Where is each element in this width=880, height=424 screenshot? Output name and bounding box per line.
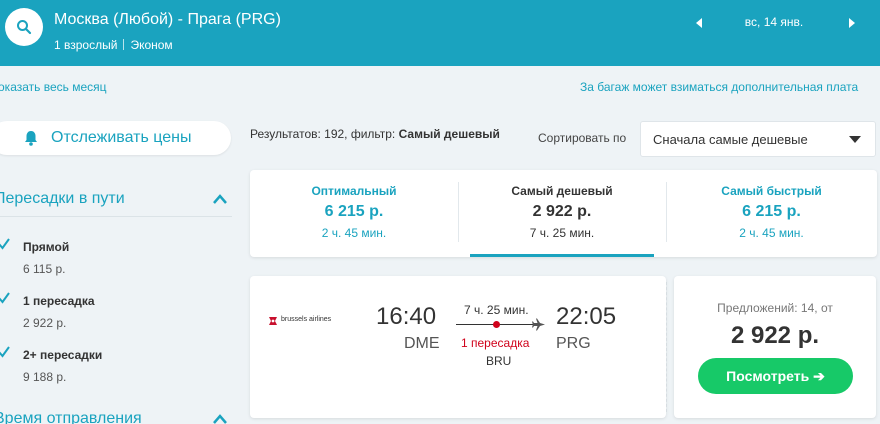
- next-date-arrow-icon[interactable]: [845, 16, 857, 30]
- ticket-divider: [666, 282, 667, 412]
- airline-name: brussels airlines: [281, 316, 332, 323]
- ticket-card[interactable]: brussels airlines 16:40 DME 7 ч. 25 мин.…: [250, 276, 666, 418]
- transfer-airport: BRU: [486, 354, 512, 368]
- departure-time: 16:40: [376, 303, 437, 330]
- flight-duration: 7 ч. 25 мин.: [464, 303, 529, 317]
- search-button[interactable]: [5, 8, 43, 46]
- checkmark-icon[interactable]: [0, 292, 10, 304]
- tab-duration: 2 ч. 45 мин.: [321, 226, 387, 240]
- route-title[interactable]: Москва (Любой) - Прага (PRG): [54, 11, 281, 29]
- sort-dropdown[interactable]: Сначала самые дешевые: [640, 121, 876, 157]
- checkmark-icon[interactable]: [0, 346, 10, 358]
- sort-tabs: Оптимальный 6 215 р. 2 ч. 45 мин. Самый …: [250, 170, 877, 257]
- tab-optimal[interactable]: Оптимальный 6 215 р. 2 ч. 45 мин.: [250, 170, 458, 257]
- tab-name: Самый дешевый: [511, 184, 613, 198]
- sort-label: Сортировать по: [538, 131, 627, 145]
- departure-airport-code: DME: [404, 335, 440, 352]
- tab-cheapest[interactable]: Самый дешевый 2 922 р. 7 ч. 25 мин.: [458, 170, 666, 257]
- airline-logo: brussels airlines: [267, 315, 331, 327]
- results-summary: Результатов: 192, фильтр: Самый дешевый: [250, 127, 500, 141]
- sort-value: Сначала самые дешевые: [653, 132, 808, 147]
- active-tab-indicator: [470, 254, 654, 257]
- header-bar: Москва (Любой) - Прага (PRG) 1 взрослый Э…: [0, 0, 880, 66]
- date-label[interactable]: вс, 14 янв.: [724, 15, 824, 29]
- view-offer-button[interactable]: Посмотреть ➔: [698, 358, 853, 394]
- ticket-price: 2 922 р.: [730, 322, 820, 349]
- filter-one-stop-label[interactable]: 1 пересадка: [23, 294, 95, 308]
- stops-count: 1 пересадка: [461, 336, 530, 350]
- tab-price: 2 922 р.: [532, 203, 592, 220]
- tab-fastest[interactable]: Самый быстрый 6 215 р. 2 ч. 45 мин.: [666, 170, 877, 257]
- stops-filter-title[interactable]: Пересадки в пути: [0, 190, 125, 208]
- tab-name: Оптимальный: [311, 184, 397, 198]
- departure-time-filter-title[interactable]: Время отправления: [0, 410, 142, 424]
- filter-two-plus-stops-price: 9 188 р.: [23, 370, 67, 384]
- show-month-link[interactable]: оказать весь месяц: [0, 80, 107, 94]
- passengers-label: 1 взрослый: [54, 38, 118, 52]
- search-icon: [17, 20, 32, 35]
- results-count: Результатов: 192, фильтр:: [250, 127, 399, 141]
- baggage-fee-link[interactable]: За багаж может взиматься дополнительная …: [580, 80, 858, 94]
- chevron-up-icon[interactable]: [212, 193, 228, 205]
- arrival-airport-code: PRG: [556, 335, 591, 352]
- tab-duration: 2 ч. 45 мин.: [739, 226, 804, 240]
- tab-price: 6 215 р.: [324, 203, 384, 220]
- tab-name: Самый быстрый: [721, 184, 822, 198]
- arrival-time: 22:05: [556, 303, 617, 330]
- bell-icon: [25, 131, 37, 146]
- cabin-label: Эконом: [130, 38, 173, 52]
- chevron-up-icon[interactable]: [212, 413, 228, 424]
- price-panel: Предложений: 14, от 2 922 р. Посмотреть …: [674, 276, 876, 418]
- track-prices-button[interactable]: Отслеживать цены: [0, 121, 231, 155]
- tab-price: 6 215 р.: [742, 203, 801, 220]
- filter-two-plus-stops-label[interactable]: 2+ пересадки: [23, 348, 102, 362]
- prev-date-arrow-icon[interactable]: [694, 16, 706, 30]
- stop-dot: [493, 321, 500, 328]
- tab-duration: 7 ч. 25 мин.: [529, 226, 595, 240]
- active-filter: Самый дешевый: [398, 127, 500, 141]
- airplane-icon: [532, 318, 545, 331]
- track-prices-label: Отслеживать цены: [51, 129, 192, 146]
- search-params[interactable]: 1 взрослый Эконом: [54, 38, 173, 52]
- divider: [0, 216, 232, 217]
- filter-one-stop-price: 2 922 р.: [23, 316, 67, 330]
- caret-down-icon: [849, 136, 861, 143]
- separator: [123, 39, 125, 50]
- offers-count: Предложений: 14, от: [717, 301, 833, 315]
- checkmark-icon[interactable]: [0, 238, 10, 250]
- airline-logo-icon: [269, 317, 277, 325]
- filter-direct-price: 6 115 р.: [23, 262, 66, 276]
- filter-direct-label[interactable]: Прямой: [23, 240, 69, 254]
